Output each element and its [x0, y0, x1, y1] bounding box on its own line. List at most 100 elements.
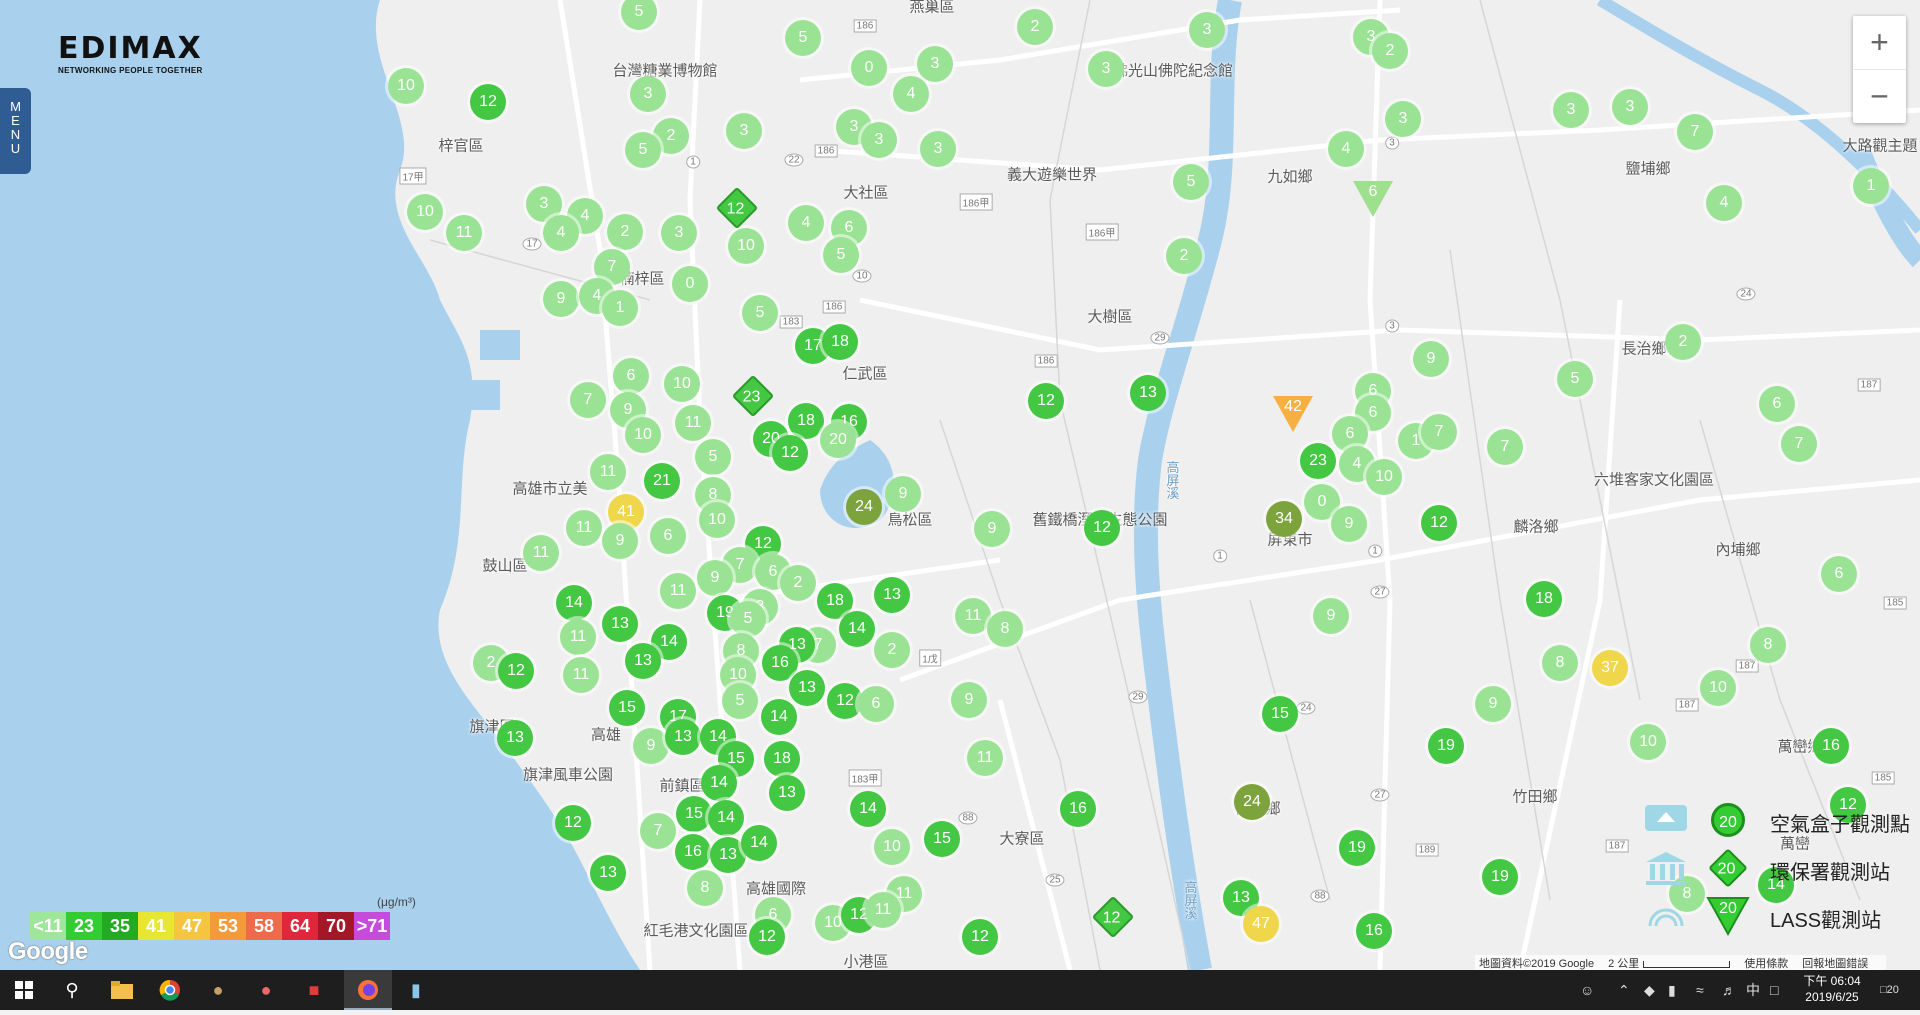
airbox-sensor-marker[interactable]: 8 — [1542, 645, 1578, 681]
airbox-sensor-marker[interactable]: 1 — [602, 290, 638, 326]
airbox-sensor-marker[interactable]: 8 — [987, 611, 1023, 647]
airbox-sensor-marker[interactable]: 11 — [560, 619, 596, 655]
airbox-sensor-marker[interactable]: 9 — [1413, 341, 1449, 377]
airbox-sensor-marker[interactable]: 11 — [967, 740, 1003, 776]
airbox-sensor-marker[interactable]: 6 — [650, 518, 686, 554]
airbox-sensor-marker[interactable]: 23 — [1300, 443, 1336, 479]
airbox-sensor-marker[interactable]: 12 — [749, 919, 785, 955]
airbox-sensor-marker[interactable]: 4 — [893, 76, 929, 112]
taskbar-firefox[interactable] — [344, 970, 392, 1010]
airbox-sensor-marker[interactable]: 2 — [780, 565, 816, 601]
airbox-sensor-marker[interactable]: 7 — [1421, 414, 1457, 450]
airbox-sensor-marker[interactable]: 10 — [407, 194, 443, 230]
airbox-sensor-marker[interactable]: 9 — [1475, 686, 1511, 722]
airbox-sensor-marker[interactable]: 11 — [446, 215, 482, 251]
airbox-sensor-marker[interactable]: 13 — [497, 720, 533, 756]
airbox-sensor-marker[interactable]: 5 — [695, 439, 731, 475]
airbox-sensor-marker[interactable]: 3 — [861, 122, 897, 158]
airbox-sensor-marker[interactable]: 16 — [1060, 791, 1096, 827]
airbox-sensor-marker[interactable]: 3 — [917, 46, 953, 82]
start-button[interactable] — [0, 970, 48, 1010]
airbox-sensor-marker[interactable]: 12 — [1028, 383, 1064, 419]
airbox-sensor-marker[interactable]: 3 — [1612, 89, 1648, 125]
airbox-sensor-marker[interactable]: 12 — [962, 919, 998, 955]
airbox-sensor-marker[interactable]: 5 — [722, 683, 758, 719]
airbox-sensor-marker[interactable]: 10 — [388, 68, 424, 104]
airbox-sensor-marker[interactable]: 11 — [660, 573, 696, 609]
airbox-sensor-marker[interactable]: 5 — [1557, 361, 1593, 397]
airbox-sensor-marker[interactable]: 2 — [1166, 238, 1202, 274]
airbox-sensor-marker[interactable]: 8 — [687, 870, 723, 906]
zoom-in-button[interactable]: + — [1853, 16, 1906, 69]
airbox-sensor-marker[interactable]: 34 — [1266, 501, 1302, 537]
terms-link[interactable]: 使用條款 — [1744, 958, 1788, 970]
airbox-sensor-marker[interactable]: 10 — [699, 502, 735, 538]
taskbar-app-cat[interactable]: ● — [194, 970, 242, 1010]
airbox-sensor-marker[interactable]: 13 — [665, 719, 701, 755]
airbox-sensor-marker[interactable]: 10 — [874, 829, 910, 865]
action-center-button[interactable]: □20 — [1880, 970, 1899, 1010]
airbox-sensor-marker[interactable]: 3 — [920, 131, 956, 167]
airbox-sensor-marker[interactable]: 14 — [701, 765, 737, 801]
airbox-sensor-marker[interactable]: 15 — [924, 821, 960, 857]
airbox-sensor-marker[interactable]: 12 — [772, 435, 808, 471]
airbox-sensor-marker[interactable]: 3 — [1553, 92, 1589, 128]
airbox-sensor-marker[interactable]: 9 — [543, 281, 579, 317]
airbox-sensor-marker[interactable]: 12 — [555, 805, 591, 841]
airbox-sensor-marker[interactable]: 18 — [764, 741, 800, 777]
airbox-sensor-marker[interactable]: 13 — [625, 643, 661, 679]
menu-button[interactable]: M E N U — [0, 88, 31, 174]
map-data-credit[interactable]: 地圖資料©2019 Google — [1479, 958, 1594, 970]
airbox-sensor-marker[interactable]: 14 — [741, 825, 777, 861]
airbox-sensor-marker[interactable]: 13 — [602, 606, 638, 642]
airbox-sensor-marker[interactable]: 21 — [644, 463, 680, 499]
airbox-sensor-marker[interactable]: 13 — [874, 577, 910, 613]
airbox-sensor-marker[interactable]: 5 — [625, 132, 661, 168]
taskbar-app-sketchup[interactable]: ■ — [290, 970, 338, 1010]
airbox-sensor-marker[interactable]: 18 — [822, 324, 858, 360]
airbox-sensor-marker[interactable]: 7 — [1781, 426, 1817, 462]
airbox-sensor-marker[interactable]: 12 — [1084, 510, 1120, 546]
airbox-sensor-marker[interactable]: 11 — [675, 405, 711, 441]
airbox-sensor-marker[interactable]: 5 — [1173, 164, 1209, 200]
airbox-sensor-marker[interactable]: 18 — [1526, 581, 1562, 617]
airbox-sensor-marker[interactable]: 3 — [630, 76, 666, 112]
airbox-sensor-marker[interactable]: 10 — [1630, 724, 1666, 760]
airbox-sensor-marker[interactable]: 14 — [556, 585, 592, 621]
airbox-sensor-marker[interactable]: 19 — [1339, 830, 1375, 866]
airbox-sensor-marker[interactable]: 5 — [742, 295, 778, 331]
report-error-link[interactable]: 回報地圖錯誤 — [1802, 958, 1868, 970]
taskbar-chrome[interactable] — [146, 970, 194, 1010]
airbox-sensor-marker[interactable]: 47 — [1243, 906, 1279, 942]
airbox-sensor-marker[interactable]: 9 — [602, 523, 638, 559]
airbox-sensor-marker[interactable]: 3 — [1385, 101, 1421, 137]
airbox-sensor-marker[interactable]: 13 — [789, 670, 825, 706]
ime-indicator[interactable]: 中 — [1746, 970, 1760, 1010]
airbox-sensor-marker[interactable]: 11 — [563, 657, 599, 693]
airbox-sensor-marker[interactable]: 10 — [1700, 670, 1736, 706]
airbox-sensor-marker[interactable]: 37 — [1592, 650, 1628, 686]
airbox-sensor-marker[interactable]: 6 — [1759, 386, 1795, 422]
zoom-out-button[interactable]: − — [1853, 69, 1906, 123]
tray-battery-icon[interactable]: ▮ — [1668, 970, 1676, 1010]
taskbar-clock[interactable]: 下午 06:04 2019/6/25 — [1797, 973, 1867, 1005]
airbox-sensor-marker[interactable]: 2 — [1665, 324, 1701, 360]
airbox-sensor-marker[interactable]: 11 — [590, 454, 626, 490]
airbox-sensor-marker[interactable]: 13 — [1130, 375, 1166, 411]
tray-wifi-icon[interactable]: ≈ — [1696, 970, 1704, 1010]
tray-ime-pad-icon[interactable]: □ — [1770, 970, 1778, 1010]
airbox-sensor-marker[interactable]: 16 — [1813, 728, 1849, 764]
airbox-sensor-marker[interactable]: 10 — [625, 417, 661, 453]
airbox-sensor-marker[interactable]: 14 — [839, 611, 875, 647]
airbox-sensor-marker[interactable]: 18 — [788, 403, 824, 439]
tray-shield-icon[interactable]: ◆ — [1644, 970, 1655, 1010]
airbox-sensor-marker[interactable]: 8 — [1750, 627, 1786, 663]
airbox-sensor-marker[interactable]: 15 — [1262, 696, 1298, 732]
scale-label[interactable]: 2 公里 — [1608, 958, 1639, 970]
tray-volume-icon[interactable]: ♬ — [1722, 970, 1736, 1010]
airbox-sensor-marker[interactable]: 16 — [1356, 913, 1392, 949]
airbox-sensor-marker[interactable]: 3 — [1088, 51, 1124, 87]
airbox-sensor-marker[interactable]: 13 — [590, 855, 626, 891]
airbox-sensor-marker[interactable]: 7 — [1677, 114, 1713, 150]
airbox-sensor-marker[interactable]: 7 — [640, 813, 676, 849]
